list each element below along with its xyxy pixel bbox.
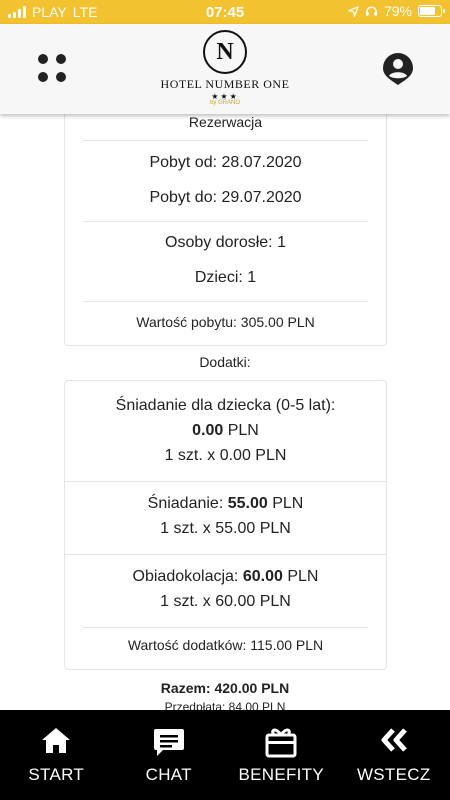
nav-start[interactable]: START: [0, 710, 113, 800]
user-pin-icon: [383, 53, 413, 85]
extras-value: Wartość dodatków: 115.00 PLN: [127, 637, 324, 653]
extra-currency: PLN: [287, 568, 319, 585]
status-bar: PLAY LTE 07:45 79%: [0, 0, 450, 24]
home-icon: [42, 728, 71, 753]
headphones-icon: [365, 6, 378, 16]
extra-name: Śniadanie dla dziecka (0-5 lat):: [115, 397, 336, 414]
extra-price: 0.00: [192, 422, 224, 439]
nav-benefits-label: BENEFITY: [238, 765, 325, 784]
extra-price-line: Obiadokolacja: 60.00 PLN: [65, 568, 386, 586]
reservation-card: Rezerwacja Pobyt od: 28.07.2020 Pobyt do…: [64, 114, 387, 346]
extras-item: Obiadokolacja: 60.00 PLN 1 szt. x 60.00 …: [65, 554, 386, 627]
nav-chat-label: CHAT: [145, 765, 192, 784]
extra-price-line: 0.00 PLN: [65, 422, 386, 440]
double-chevron-left-icon: [381, 728, 407, 752]
battery-icon: [418, 5, 445, 17]
chat-icon: [153, 729, 184, 756]
bottom-nav: START CHAT BENEFITY WSTECZ: [0, 710, 450, 800]
reservation-summary: Rezerwacja Pobyt od: 28.07.2020 Pobyt do…: [0, 114, 450, 710]
extras-title: Dodatki:: [199, 354, 251, 370]
prepayment-amount: Przedpłata: 84.00 PLN: [164, 700, 286, 710]
extra-quantity: 1 szt. x 0.00 PLN: [164, 447, 287, 464]
nav-start-label: START: [28, 765, 85, 784]
divider: [83, 301, 368, 302]
extras-card: Śniadanie dla dziecka (0-5 lat): 0.00 PL…: [64, 380, 387, 670]
extras-item: Śniadanie: 55.00 PLN 1 szt. x 55.00 PLN: [65, 481, 386, 554]
logo-emblem: N: [203, 30, 247, 74]
app-header: N HOTEL NUMBER ONE ★★★ by GRANO: [0, 24, 450, 114]
reservation-title: Rezerwacja: [188, 114, 263, 130]
user-profile-button[interactable]: [382, 52, 414, 86]
total-amount: Razem: 420.00 PLN: [160, 680, 290, 696]
divider: [83, 627, 368, 628]
stay-from: Pobyt od: 28.07.2020: [149, 154, 302, 171]
status-right: 79%: [348, 3, 445, 19]
extra-price-line: Śniadanie: 55.00 PLN: [65, 495, 386, 513]
extra-quantity: 1 szt. x 60.00 PLN: [160, 593, 291, 610]
nav-back-label: WSTECZ: [356, 765, 431, 784]
nav-benefits[interactable]: BENEFITY: [225, 710, 338, 800]
stay-to: Pobyt do: 29.07.2020: [149, 189, 302, 206]
hotel-by-line: by GRANO: [209, 100, 240, 106]
extra-price: 55.00: [227, 495, 268, 512]
extra-name: Obiadokolacja:: [132, 568, 239, 585]
battery-percent: 79%: [383, 3, 412, 19]
stay-value: Wartość pobytu: 305.00 PLN: [136, 314, 315, 330]
extra-quantity: 1 szt. x 55.00 PLN: [160, 520, 291, 537]
children-count: Dzieci: 1: [194, 269, 257, 286]
adults-count: Osoby dorosłe: 1: [165, 234, 286, 251]
extra-currency: PLN: [272, 495, 304, 512]
extra-price: 60.00: [242, 568, 283, 585]
location-arrow-icon: [348, 5, 359, 17]
extras-item: Śniadanie dla dziecka (0-5 lat): 0.00 PL…: [65, 381, 386, 481]
nav-back[interactable]: WSTECZ: [338, 710, 450, 800]
divider: [83, 221, 368, 222]
extra-name: Śniadanie:: [147, 495, 224, 512]
nav-chat[interactable]: CHAT: [113, 710, 226, 800]
extra-currency: PLN: [227, 422, 259, 439]
divider: [83, 140, 368, 141]
gift-icon: [265, 728, 297, 758]
battery-fill: [420, 7, 435, 15]
